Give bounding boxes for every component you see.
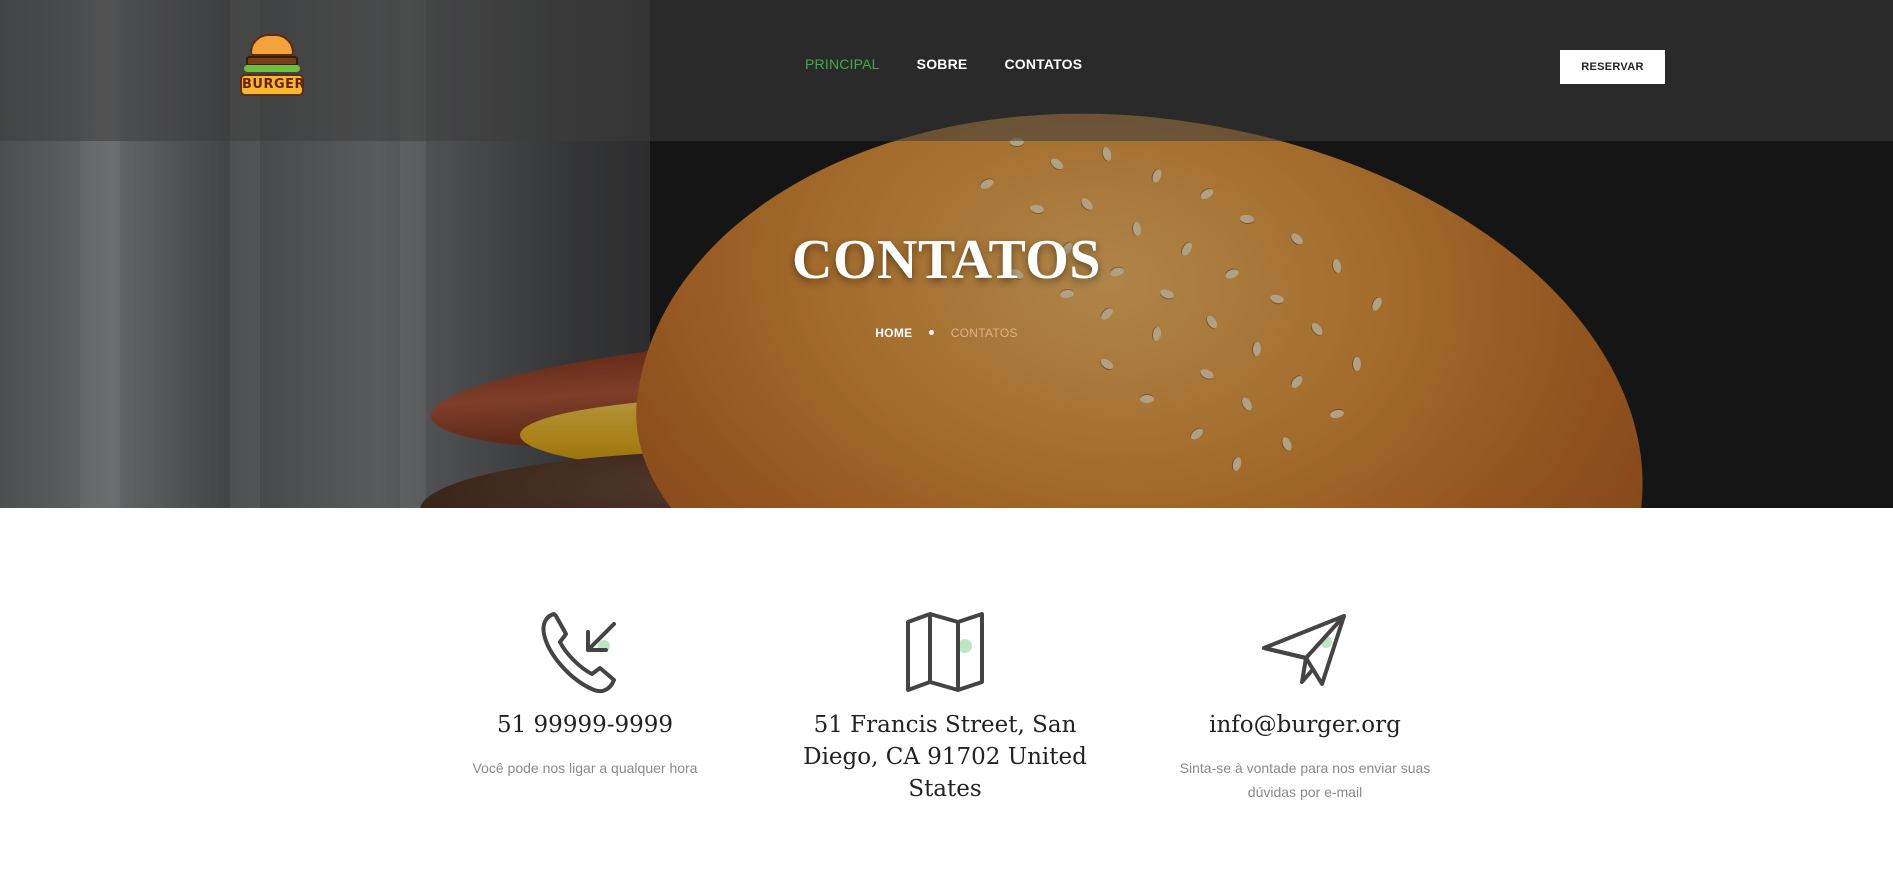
email-address[interactable]: info@burger.org (1155, 709, 1455, 741)
phone-number: 51 99999-9999 (496, 712, 674, 738)
nav-item-contatos[interactable]: CONTATOS (1004, 56, 1082, 72)
address-text: 51 Francis Street, San Diego, CA 91702 U… (803, 712, 1087, 802)
page-title: CONTATOS (792, 229, 1101, 291)
logo-text: BURGER (240, 74, 305, 96)
main-nav: PRINCIPAL SOBRE CONTATOS (805, 56, 1082, 72)
breadcrumb: HOME CONTATOS (0, 326, 1893, 340)
breadcrumb-current: CONTATOS (950, 326, 1018, 340)
nav-item-principal[interactable]: PRINCIPAL (805, 56, 880, 72)
site-header: BURGER PRINCIPAL SOBRE CONTATOS RESERVAR (0, 0, 1893, 141)
email-description: Sinta-se à vontade para nos enviar suas … (1179, 760, 1431, 800)
breadcrumb-home[interactable]: HOME (875, 326, 912, 340)
phone-incoming-icon (541, 612, 616, 694)
paper-plane-icon (1262, 614, 1346, 686)
breadcrumb-separator (929, 330, 935, 336)
map-icon (906, 612, 984, 692)
nav-item-sobre[interactable]: SOBRE (917, 56, 968, 72)
burger-logo[interactable]: BURGER (240, 34, 305, 100)
contact-phone: 51 99999-9999 Você pode nos ligar a qual… (435, 610, 735, 780)
contact-address: 51 Francis Street, San Diego, CA 91702 U… (795, 610, 1095, 805)
phone-description: Você pode nos ligar a qualquer hora (472, 760, 698, 776)
reserve-button[interactable]: RESERVAR (1560, 50, 1665, 84)
contact-email: info@burger.org Sinta-se à vontade para … (1155, 610, 1455, 804)
